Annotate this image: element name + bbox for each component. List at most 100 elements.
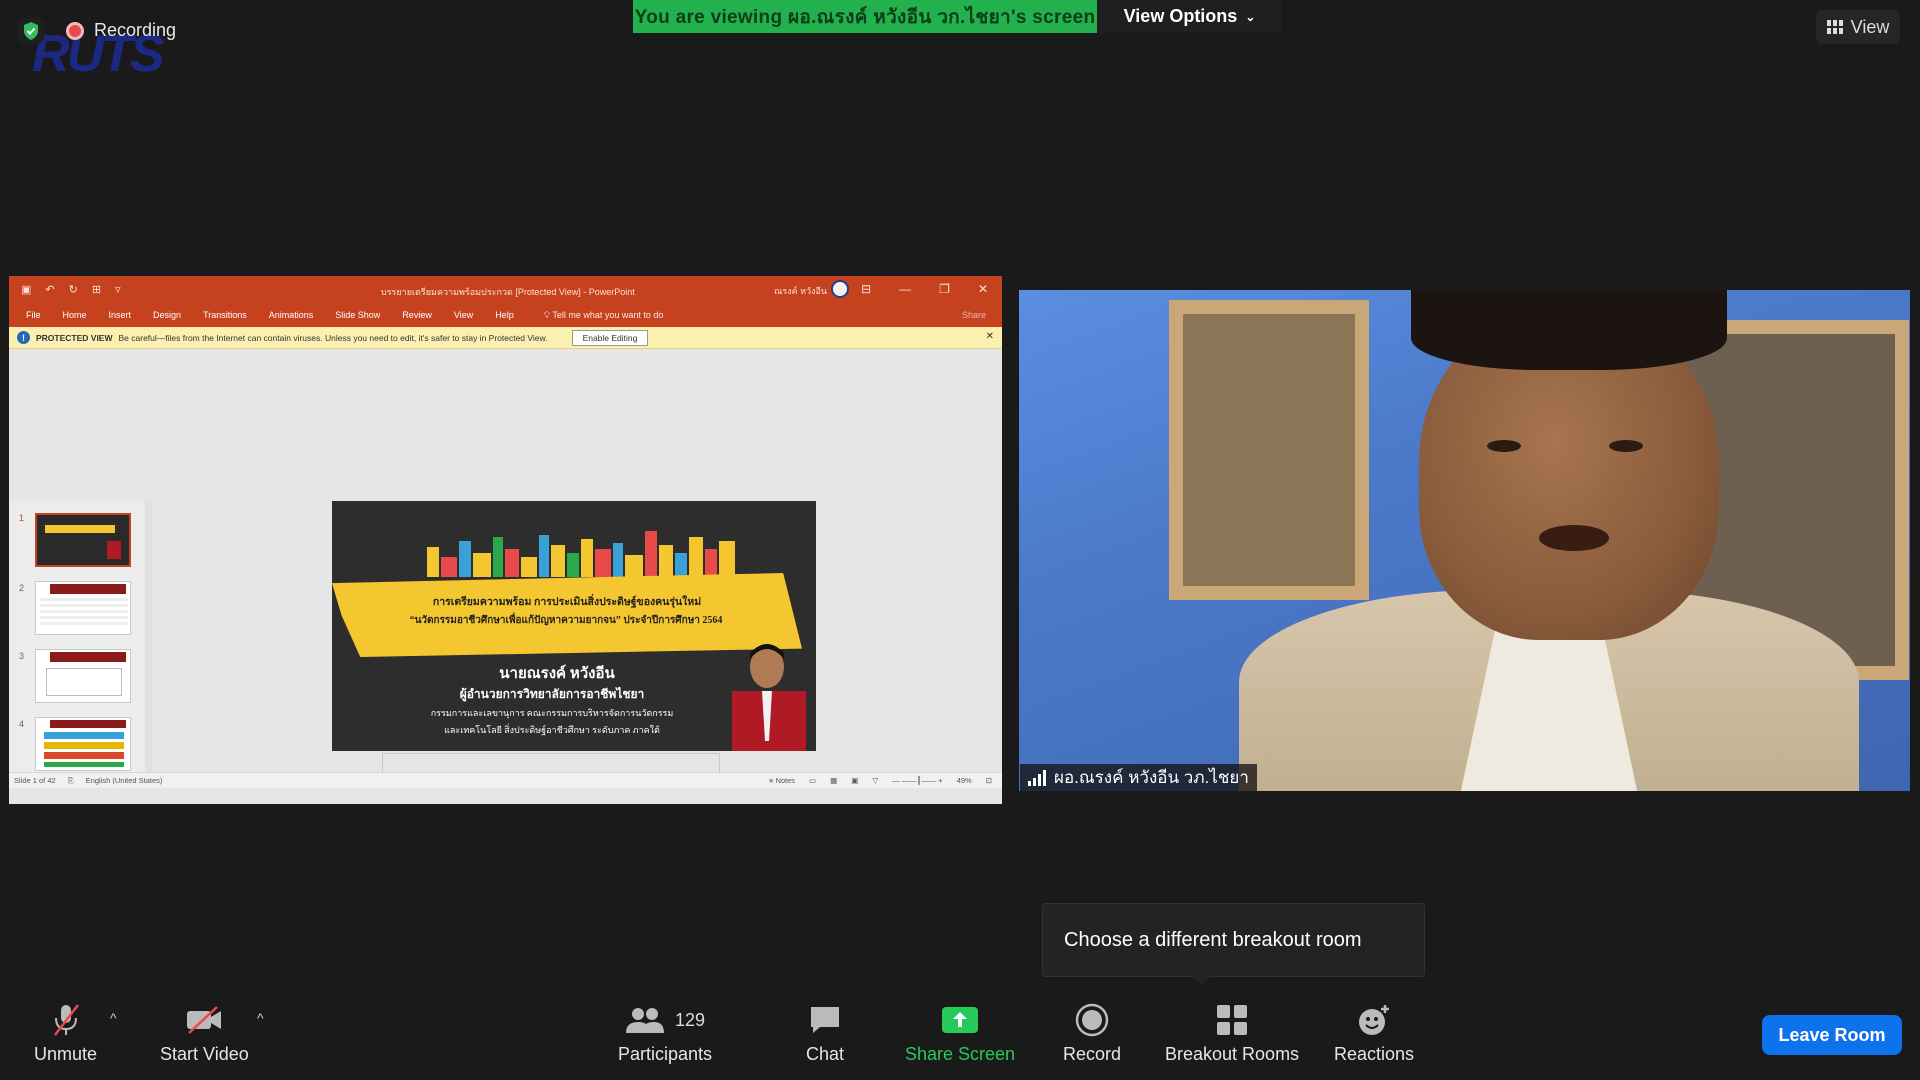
shield-icon: ! (17, 331, 30, 344)
tell-me-search[interactable]: 💡︎ Tell me what you want to do (544, 310, 664, 321)
record-icon (1075, 1002, 1109, 1038)
recording-label: Recording (94, 20, 177, 40)
language-label[interactable]: English (United States) (86, 776, 163, 785)
recording-indicator[interactable]: Recording (66, 20, 176, 41)
tab-review[interactable]: Review (402, 310, 432, 320)
tab-insert[interactable]: Insert (109, 310, 132, 320)
share-button[interactable]: Share (962, 310, 986, 320)
tab-design[interactable]: Design (153, 310, 181, 320)
muted-microphone-icon (51, 1002, 81, 1038)
video-off-icon (185, 1002, 223, 1038)
person-hair (1411, 290, 1727, 370)
chat-button[interactable]: Chat (806, 1002, 844, 1065)
record-button[interactable]: Record (1063, 1002, 1121, 1065)
tab-animations[interactable]: Animations (269, 310, 314, 320)
chat-label: Chat (806, 1044, 845, 1064)
save-icon[interactable]: ▣ (21, 283, 31, 296)
chevron-down-icon: ⌄ (1245, 9, 1256, 24)
undo-icon[interactable]: ↶ (45, 283, 54, 296)
start-video-button[interactable]: Start Video (160, 1002, 249, 1065)
thumb-number: 1 (19, 513, 25, 523)
tab-slide-show[interactable]: Slide Show (335, 310, 380, 320)
ppt-window-title: บรรยายเตรียมความพร้อมประกวด [Protected V… (381, 287, 635, 297)
slide-presenter-name: นายณรงค์ หวังอีน (499, 666, 615, 682)
tab-home[interactable]: Home (63, 310, 87, 320)
close-bar-icon[interactable]: ✕ (986, 331, 994, 342)
leave-room-button[interactable]: Leave Room (1762, 1015, 1902, 1055)
protected-view-label: PROTECTED VIEW (36, 332, 113, 343)
participants-button[interactable]: 129 Participants (618, 1002, 712, 1065)
slide-title-line2: “นวัตกรรมอาชีวศึกษาเพื่อแก้ปัญหาความยากจ… (409, 615, 723, 626)
normal-view-icon[interactable]: ▭ (809, 776, 816, 785)
presenter-icon[interactable]: ⊞ (92, 283, 101, 296)
person-eye (1487, 440, 1521, 452)
protected-view-bar: ! PROTECTED VIEW Be careful—files from t… (9, 327, 1002, 349)
record-label: Record (1063, 1044, 1122, 1064)
person-eye (1609, 440, 1643, 452)
tab-transitions[interactable]: Transitions (203, 310, 247, 320)
thumb-number: 4 (19, 719, 25, 729)
reactions-icon (1357, 1002, 1391, 1038)
slide-sorter-icon[interactable]: ▦ (830, 776, 837, 785)
ppt-user-name: ณรงค์ หวังอีน (774, 286, 828, 296)
avatar[interactable] (831, 280, 849, 298)
participant-video[interactable]: ผอ.ณรงค์ หวังอีน วภ.ไชยา (1019, 290, 1910, 791)
enable-editing-button[interactable]: Enable Editing (571, 329, 649, 346)
spellcheck-icon[interactable]: ⎘ (68, 776, 74, 786)
bookshelf-left (1169, 300, 1369, 600)
thumbnail-scrollbar[interactable] (145, 501, 153, 788)
minimize-icon[interactable]: — (899, 282, 911, 296)
fit-slide-icon[interactable]: ⊡ (986, 776, 992, 785)
shared-screen: ▣ ↶ ↻ ⊞ ▿ บรรยายเตรียมความพร้อมประกวด [P… (9, 276, 1002, 804)
meeting-toolbar: Unmute ^ Start Video ^ 129 Participants … (0, 990, 1920, 1080)
speaker-photo (732, 644, 806, 751)
view-options-label: View Options (1123, 6, 1238, 26)
ppt-ribbon-tabs: File Home Insert Design Transitions Anim… (9, 303, 1002, 327)
security-shield-icon[interactable] (18, 18, 44, 44)
current-slide: การเตรียมความพร้อม การประเมินสิ่งประดิษฐ… (332, 501, 816, 751)
tab-file[interactable]: File (26, 310, 41, 320)
notes-button[interactable]: ≡ Notes (769, 776, 795, 785)
close-icon[interactable]: ✕ (978, 282, 988, 296)
redo-icon[interactable]: ↻ (69, 283, 78, 296)
reactions-button[interactable]: Reactions (1334, 1002, 1414, 1065)
slide-thumbnail[interactable] (35, 649, 131, 703)
restore-icon[interactable]: ❐ (939, 282, 950, 296)
start-video-label: Start Video (160, 1044, 249, 1064)
slide-thumbnail[interactable] (35, 513, 131, 567)
tab-help[interactable]: Help (495, 310, 514, 320)
zoom-slider[interactable]: — ——┃—— + (892, 776, 943, 785)
customize-icon[interactable]: ▿ (115, 283, 121, 296)
grid-view-icon (1826, 20, 1843, 34)
participant-name: ผอ.ณรงค์ หวังอีน วภ.ไชยา (1054, 768, 1249, 787)
tell-me-text: Tell me what you want to do (552, 309, 664, 320)
view-button-label: View (1850, 16, 1890, 37)
zoom-meeting-window: RUTS Recording You are viewing ผอ.ณรงค์ … (0, 0, 1920, 1080)
slide-presenter-role1: กรรมการและเลขานุการ คณะกรรมการบริหารจัดก… (430, 708, 674, 718)
view-options-button[interactable]: View Options ⌄ (1097, 0, 1282, 33)
slideshow-icon[interactable]: ▽ (872, 776, 878, 785)
reading-view-icon[interactable]: ▣ (851, 776, 858, 785)
video-options-chevron-icon[interactable]: ^ (257, 1010, 264, 1026)
breakout-rooms-button[interactable]: Breakout Rooms (1165, 1002, 1299, 1065)
audio-options-chevron-icon[interactable]: ^ (110, 1010, 117, 1026)
slide-presenter-role2: และเทคโนโลยี สิ่งประดิษฐ์อาชีวศึกษา ระดั… (444, 725, 660, 735)
ribbon-display-icon[interactable]: ⊟ (861, 282, 871, 296)
reactions-label: Reactions (1334, 1044, 1415, 1064)
share-screen-button[interactable]: Share Screen (905, 1002, 1015, 1065)
slide-thumbnail[interactable] (35, 717, 131, 771)
tab-view[interactable]: View (454, 310, 473, 320)
ppt-titlebar: ▣ ↶ ↻ ⊞ ▿ บรรยายเตรียมความพร้อมประกวด [P… (9, 276, 1002, 303)
notes-label: Notes (775, 776, 796, 785)
slide-counter: Slide 1 of 42 (14, 776, 56, 785)
city-skyline-graphic (427, 531, 735, 577)
zoom-level[interactable]: 49% (957, 776, 972, 785)
slide-scrollbar[interactable] (990, 501, 1000, 788)
ppt-workspace: 1 2 3 4 การเตรียมความพร้อม การประเมินสิ่… (9, 501, 1002, 788)
breakout-rooms-icon (1216, 1002, 1248, 1038)
unmute-button[interactable]: Unmute (34, 1002, 97, 1065)
viewing-screen-banner: You are viewing ผอ.ณรงค์ หวังอีน วก.ไชยา… (633, 0, 1097, 33)
view-button[interactable]: View (1816, 10, 1900, 44)
breakout-tooltip: Choose a different breakout room (1042, 903, 1425, 985)
slide-thumbnail[interactable] (35, 581, 131, 635)
